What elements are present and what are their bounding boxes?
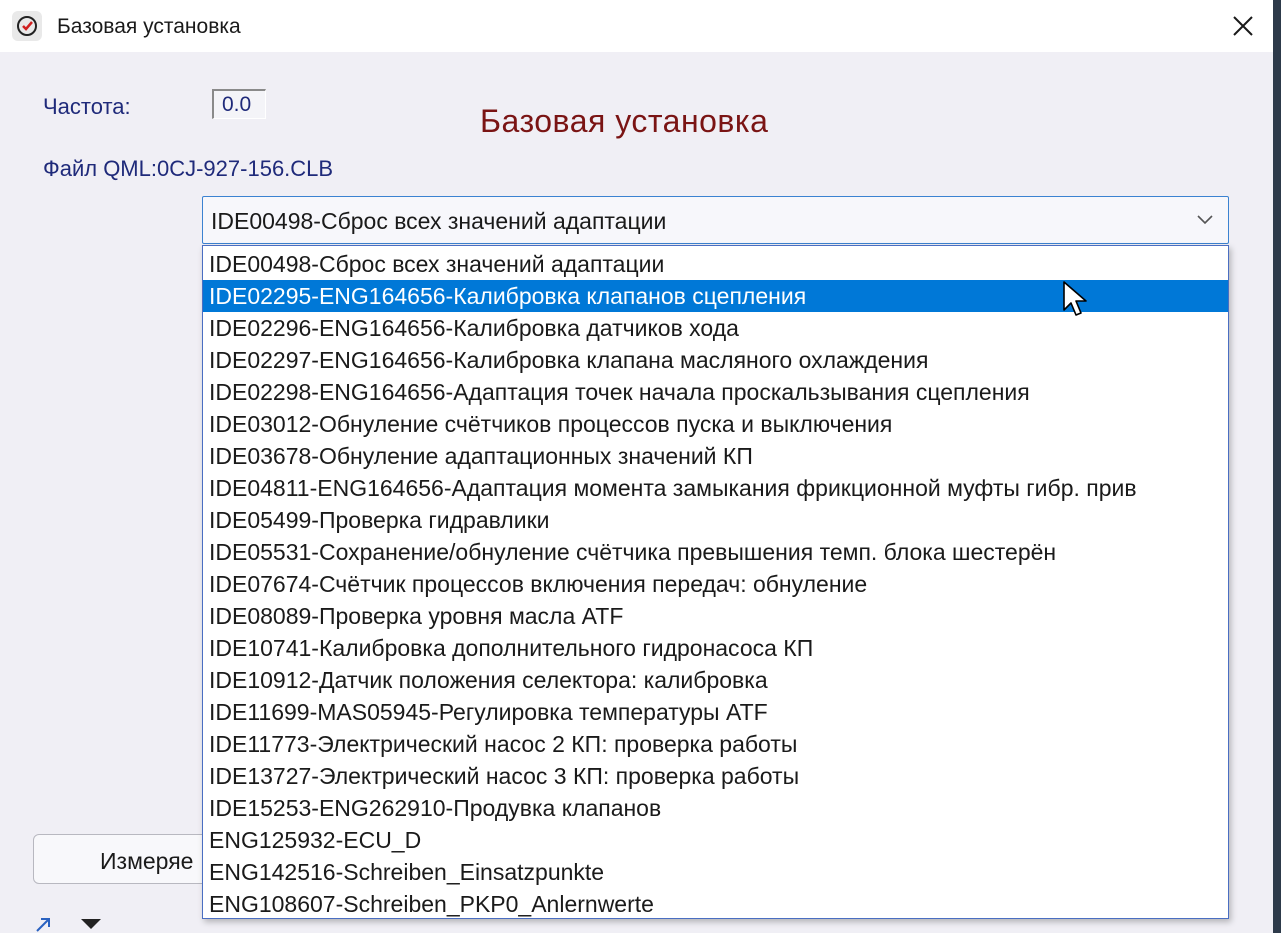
dropdown-option[interactable]: IDE02298-ENG164656-Адаптация точек начал… bbox=[203, 376, 1228, 408]
dropdown-option[interactable]: IDE15253-ENG262910-Продувка клапанов bbox=[203, 792, 1228, 824]
app-logo-icon bbox=[12, 11, 42, 41]
frequency-label: Частота: bbox=[43, 94, 131, 119]
mouse-pointer-icon bbox=[1063, 281, 1087, 316]
select-value: IDE00498-Сброс всех значений адаптации bbox=[211, 208, 667, 234]
title-bar: Базовая установка bbox=[0, 0, 1273, 52]
dropdown-option[interactable]: IDE00498-Сброс всех значений адаптации bbox=[203, 248, 1228, 280]
file-qml-label: Файл QML:0CJ-927-156.CLB bbox=[43, 156, 334, 181]
dropdown-option[interactable]: IDE03012-Обнуление счётчиков процессов п… bbox=[203, 408, 1228, 440]
close-icon bbox=[1233, 16, 1253, 36]
dropdown-option[interactable]: IDE05499-Проверка гидравлики bbox=[203, 504, 1228, 536]
dropdown-option[interactable]: IDE05531-Сохранение/обнуление счётчика п… bbox=[203, 536, 1228, 568]
dialog-window: Базовая установка Частота: 0.0 Базовая у… bbox=[0, 0, 1273, 933]
page-title: Базовая установка bbox=[480, 103, 769, 139]
frequency-value: 0.0 bbox=[212, 89, 266, 119]
dropdown-option[interactable]: IDE10741-Калибровка дополнительного гидр… bbox=[203, 632, 1228, 664]
close-button[interactable] bbox=[1214, 0, 1272, 52]
dropdown-option[interactable]: ENG125932-ECU_D bbox=[203, 824, 1228, 856]
dropdown-option[interactable]: IDE13727-Электрический насос 3 КП: прове… bbox=[203, 760, 1228, 792]
dropdown-option[interactable]: ENG108607-Schreiben_PKP0_Anlernwerte bbox=[203, 888, 1228, 918]
dropdown-option[interactable]: IDE03678-Обнуление адаптационных значени… bbox=[203, 440, 1228, 472]
procedure-dropdown-list[interactable]: IDE00498-Сброс всех значений адаптации ID… bbox=[202, 245, 1229, 919]
measure-button-label: Измеряе bbox=[100, 848, 194, 874]
dropdown-option[interactable]: IDE04811-ENG164656-Адаптация момента зам… bbox=[203, 472, 1228, 504]
dropdown-option[interactable]: IDE10912-Датчик положения селектора: кал… bbox=[203, 664, 1228, 696]
dropdown-option[interactable]: IDE11773-Электрический насос 2 КП: прове… bbox=[203, 728, 1228, 760]
dropdown-option[interactable]: ENG142516-Schreiben_Einsatzpunkte bbox=[203, 856, 1228, 888]
window-title: Базовая установка bbox=[57, 15, 241, 38]
resize-grip-icon bbox=[36, 918, 101, 932]
procedure-select[interactable]: IDE00498-Сброс всех значений адаптации bbox=[202, 196, 1229, 244]
dropdown-option[interactable]: IDE11699-MAS05945-Регулировка температур… bbox=[203, 696, 1228, 728]
chevron-down-icon bbox=[1197, 215, 1213, 225]
dropdown-option[interactable]: IDE08089-Проверка уровня масла ATF bbox=[203, 600, 1228, 632]
dropdown-option[interactable]: IDE07674-Счётчик процессов включения пер… bbox=[203, 568, 1228, 600]
dropdown-option[interactable]: IDE02297-ENG164656-Калибровка клапана ма… bbox=[203, 344, 1228, 376]
background-edge bbox=[1273, 0, 1281, 933]
